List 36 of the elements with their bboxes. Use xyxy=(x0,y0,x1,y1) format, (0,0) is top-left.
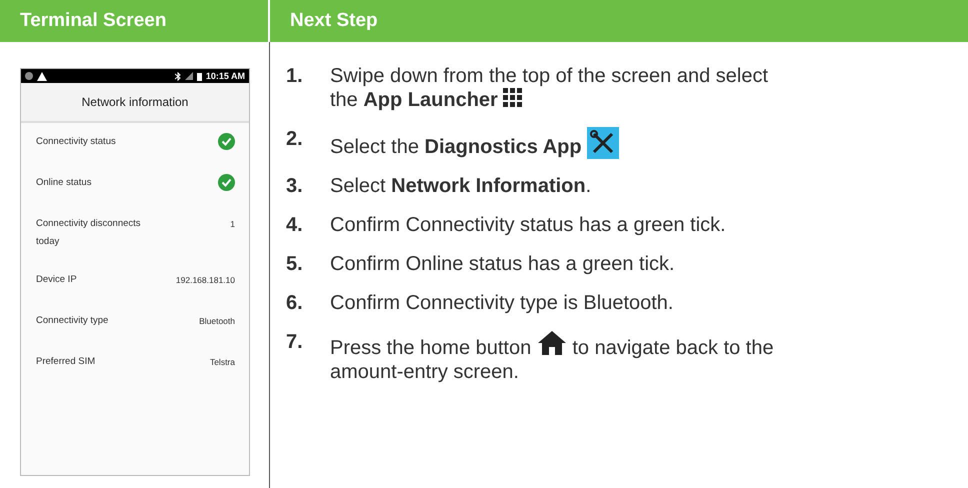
step-number: 2. xyxy=(286,127,304,152)
bluetooth-icon xyxy=(174,72,181,80)
step-number: 3. xyxy=(286,174,304,198)
step-number: 5. xyxy=(286,252,304,276)
step-number: 1. xyxy=(286,64,304,89)
row-value: 192.168.181.10 xyxy=(176,274,235,287)
row-label: Connectivity type xyxy=(36,314,110,328)
step-text: Confirm Online status has a green tick. xyxy=(330,252,676,276)
status-time: 10:15 AM xyxy=(206,71,245,81)
step-number: 6. xyxy=(286,291,304,315)
warning-icon xyxy=(37,72,47,80)
row-label: Connectivity status xyxy=(36,135,117,149)
step-text: Press the home button to navigate back to the amount-entry screen. xyxy=(330,330,776,384)
dot-icon xyxy=(25,72,33,80)
row-value: 1 xyxy=(230,218,235,231)
step-text: Confirm Connectivity type is Bluetooth. xyxy=(330,291,674,315)
home-icon xyxy=(536,330,567,356)
screen-title: Network information xyxy=(21,83,249,123)
row-label: Connectivity disconnects today xyxy=(36,217,142,249)
row-label: Online status xyxy=(36,176,92,190)
row-value: Telstra xyxy=(210,356,235,369)
tools-icon xyxy=(587,127,620,159)
step-text: Confirm Connectivity status has a green tick. xyxy=(330,213,727,237)
step-text: Select the Diagnostics App xyxy=(330,127,776,159)
row-label: Preferred SIM xyxy=(36,355,96,369)
column-header: Terminal Screen xyxy=(0,0,270,42)
step-number: 4. xyxy=(286,213,304,237)
column-header: Next Step xyxy=(270,0,968,42)
row-label: Device IP xyxy=(36,273,78,287)
app-grid-icon xyxy=(503,88,524,108)
step-text: Select Network Information. xyxy=(330,174,592,198)
row-value: Bluetooth xyxy=(199,315,235,328)
signal-icon xyxy=(184,72,193,80)
step-text: Swipe down from the top of the screen and select the App Launcher xyxy=(330,64,770,112)
step-number: 7. xyxy=(286,330,304,355)
battery-icon xyxy=(196,72,202,80)
